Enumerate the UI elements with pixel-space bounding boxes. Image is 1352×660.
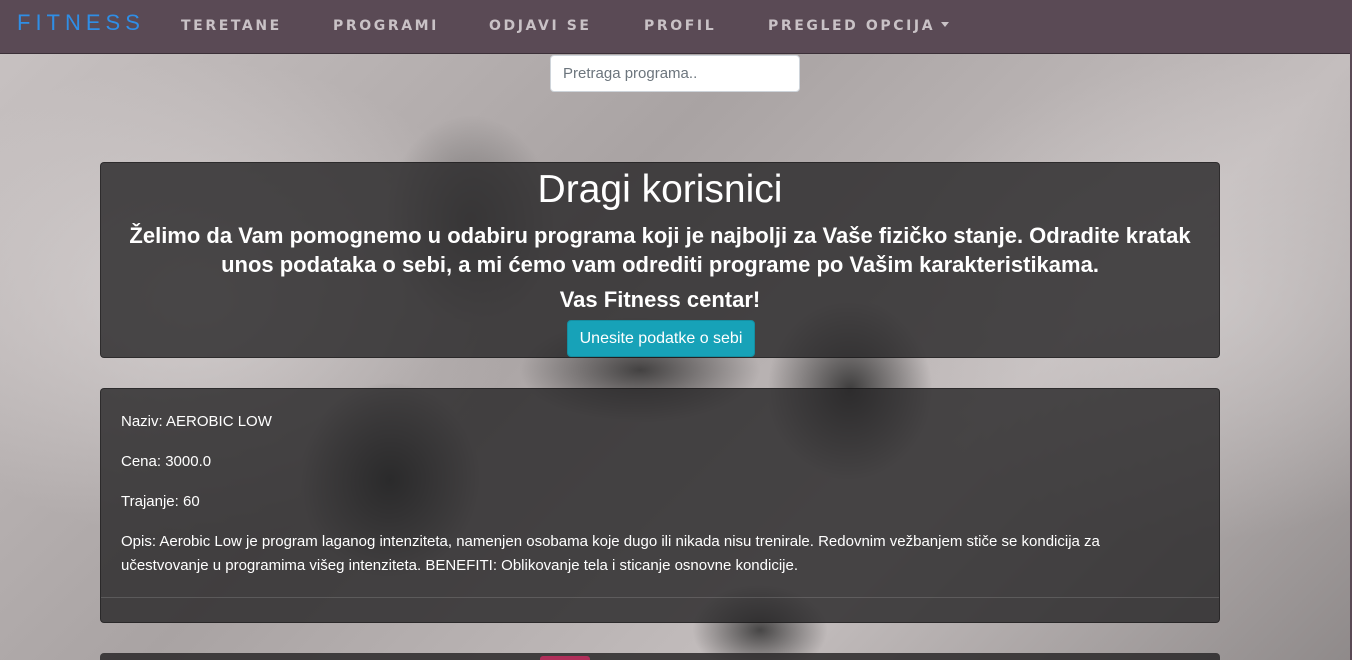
- nav-dropdown-label: PREGLED OPCIJA: [768, 18, 936, 34]
- welcome-panel: Dragi korisnici Želimo da Vam pomognemo …: [100, 162, 1220, 358]
- program-name: Naziv: AEROBIC LOW: [121, 413, 272, 430]
- enter-data-button[interactable]: Unesite podatke o sebi: [567, 320, 755, 357]
- card-divider: [101, 597, 1219, 598]
- brand-logo[interactable]: FITNESS: [17, 10, 145, 36]
- search-input[interactable]: [550, 55, 800, 92]
- top-navbar: FITNESS TERETANE PROGRAMI ODJAVI SE PROF…: [0, 0, 1352, 54]
- welcome-text: Želimo da Vam pomognemo u odabiru progra…: [129, 223, 1191, 277]
- program-duration: Trajanje: 60: [121, 493, 200, 510]
- nav-dropdown-pregled-opcija[interactable]: PREGLED OPCIJA: [768, 18, 950, 34]
- nav-item-profil[interactable]: PROFIL: [644, 18, 716, 34]
- program-description: Opis: Aerobic Low je program laganog int…: [121, 533, 1100, 574]
- program-card: Naziv: AEROBIC LOW Cena: 3000.0 Trajanje…: [100, 388, 1220, 623]
- welcome-title: Dragi korisnici: [537, 168, 783, 211]
- nav-item-odjavi-se[interactable]: ODJAVI SE: [489, 18, 592, 34]
- program-price: Cena: 3000.0: [121, 453, 212, 470]
- caret-down-icon: [941, 22, 950, 27]
- nav-item-programi[interactable]: PROGRAMI: [333, 18, 439, 34]
- next-program-card: [100, 653, 1220, 660]
- next-card-accent: [540, 656, 590, 660]
- welcome-signature: Vas Fitness centar!: [559, 287, 761, 312]
- nav-item-teretane[interactable]: TERETANE: [181, 18, 282, 34]
